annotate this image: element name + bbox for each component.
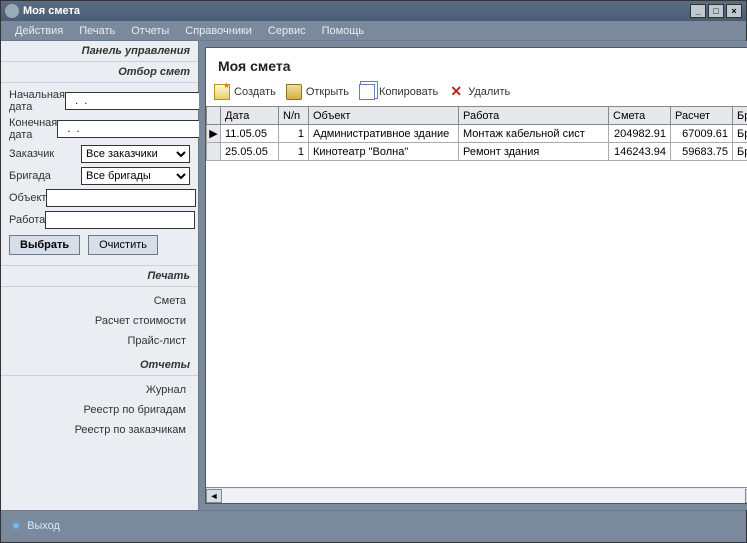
horizontal-scrollbar[interactable]: ◄ ► — [206, 487, 747, 503]
data-grid[interactable]: Дата N/n Объект Работа Смета Расчет Бри — [206, 106, 747, 161]
report-link-brigades[interactable]: Реестр по бригадам — [1, 400, 198, 420]
sidebar: Панель управления Отбор смет Начальная д… — [1, 41, 199, 510]
print-link-price[interactable]: Прайс-лист — [1, 331, 198, 351]
print-link-cost[interactable]: Расчет стоимости — [1, 311, 198, 331]
page-title: Моя смета — [206, 48, 747, 82]
maximize-button[interactable]: □ — [708, 4, 724, 18]
row-indicator-icon — [207, 143, 221, 161]
row-selector-header — [207, 107, 221, 125]
copy-icon — [359, 84, 375, 100]
menu-print[interactable]: Печать — [71, 23, 123, 39]
object-input[interactable] — [46, 189, 196, 207]
col-brigade[interactable]: Бри — [733, 107, 747, 125]
col-work[interactable]: Работа — [459, 107, 609, 125]
print-link-smeta[interactable]: Смета — [1, 291, 198, 311]
toolbar: Создать Открыть Копировать ✕Удалить — [206, 82, 747, 106]
end-date-label: Конечная дата — [9, 117, 57, 141]
report-link-journal[interactable]: Журнал — [1, 380, 198, 400]
brigade-label: Бригада — [9, 170, 81, 182]
reports-header: Отчеты — [1, 355, 198, 376]
col-nn[interactable]: N/n — [279, 107, 309, 125]
work-input[interactable] — [45, 211, 195, 229]
open-icon — [286, 84, 302, 100]
menubar: Действия Печать Отчеты Справочники Серви… — [1, 21, 746, 41]
table-row[interactable]: 25.05.05 1 Кинотеатр "Волна" Ремонт здан… — [207, 143, 747, 161]
footer: ✷ Выход — [1, 510, 746, 540]
main-panel: Моя смета Создать Открыть Копировать ✕Уд… — [205, 47, 747, 504]
copy-button[interactable]: Копировать — [359, 84, 438, 100]
customer-label: Заказчик — [9, 148, 81, 160]
table-row[interactable]: ▶ 11.05.05 1 Административное здание Мон… — [207, 125, 747, 143]
col-date[interactable]: Дата — [221, 107, 279, 125]
delete-button[interactable]: ✕Удалить — [448, 84, 510, 100]
work-label: Работа — [9, 214, 45, 226]
end-date-input[interactable] — [57, 120, 207, 138]
titlebar: Моя смета _ □ × — [1, 1, 746, 21]
app-icon — [5, 4, 19, 18]
panel-header: Панель управления — [1, 41, 198, 62]
new-icon — [214, 84, 230, 100]
col-raschet[interactable]: Расчет — [671, 107, 733, 125]
menu-actions[interactable]: Действия — [7, 23, 71, 39]
exit-icon: ✷ — [11, 519, 21, 533]
print-header: Печать — [1, 266, 198, 287]
create-button[interactable]: Создать — [214, 84, 276, 100]
delete-icon: ✕ — [448, 84, 464, 100]
report-link-customers[interactable]: Реестр по заказчикам — [1, 420, 198, 440]
menu-service[interactable]: Сервис — [260, 23, 314, 39]
col-smeta[interactable]: Смета — [609, 107, 671, 125]
window-title: Моя смета — [23, 5, 80, 17]
clear-button[interactable]: Очистить — [88, 235, 158, 255]
filter-header: Отбор смет — [1, 62, 198, 83]
menu-help[interactable]: Помощь — [314, 23, 373, 39]
minimize-button[interactable]: _ — [690, 4, 706, 18]
open-button[interactable]: Открыть — [286, 84, 349, 100]
start-date-input[interactable] — [65, 92, 215, 110]
scroll-left-icon[interactable]: ◄ — [206, 489, 222, 503]
exit-link[interactable]: Выход — [27, 520, 60, 532]
row-indicator-icon: ▶ — [207, 125, 221, 143]
menu-reports[interactable]: Отчеты — [123, 23, 177, 39]
brigade-select[interactable]: Все бригады — [81, 167, 190, 185]
close-button[interactable]: × — [726, 4, 742, 18]
object-label: Объект — [9, 192, 46, 204]
customer-select[interactable]: Все заказчики — [81, 145, 190, 163]
menu-directories[interactable]: Справочники — [177, 23, 260, 39]
select-button[interactable]: Выбрать — [9, 235, 80, 255]
start-date-label: Начальная дата — [9, 89, 65, 113]
col-object[interactable]: Объект — [309, 107, 459, 125]
